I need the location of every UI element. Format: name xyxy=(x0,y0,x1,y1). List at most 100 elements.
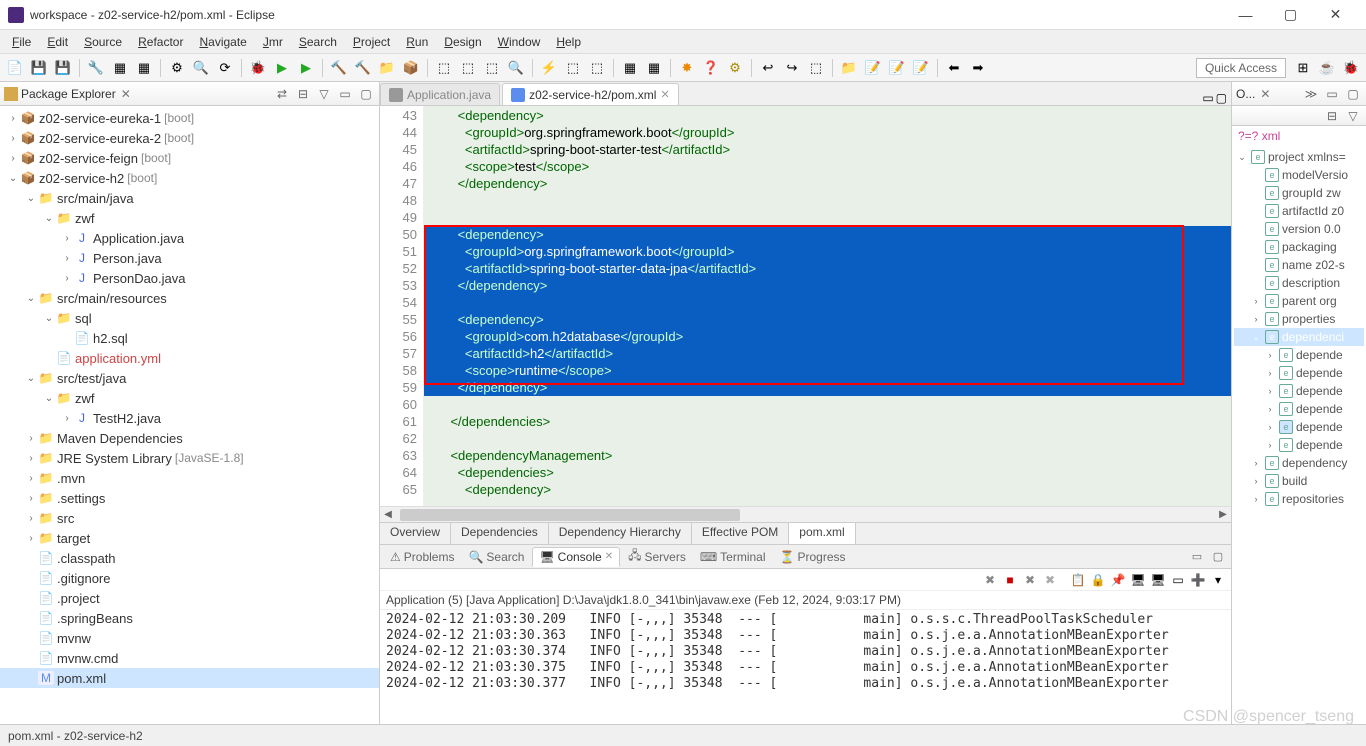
tree-item[interactable]: ›JPerson.java xyxy=(0,248,379,268)
tool-icon[interactable]: 📁 xyxy=(838,57,860,79)
tree-item[interactable]: ⌄📁zwf xyxy=(0,388,379,408)
minimize-icon[interactable]: ▭ xyxy=(336,85,354,103)
outline-item[interactable]: ›edepende xyxy=(1234,382,1364,400)
outline-item[interactable]: ›edepende xyxy=(1234,364,1364,382)
bottom-tab-terminal[interactable]: ⌨Terminal xyxy=(694,548,772,566)
menu-file[interactable]: File xyxy=(4,33,39,51)
outline-item[interactable]: eversion 0.0 xyxy=(1234,220,1364,238)
tree-item[interactable]: ›JTestH2.java xyxy=(0,408,379,428)
minimize-icon[interactable]: ▭ xyxy=(1188,548,1206,566)
maximize-button[interactable]: ▢ xyxy=(1268,0,1313,30)
tree-item[interactable]: Mpom.xml xyxy=(0,668,379,688)
outline-item[interactable]: ›ebuild xyxy=(1234,472,1364,490)
tool-icon[interactable]: ❓ xyxy=(700,57,722,79)
run-config-icon[interactable]: ▶ xyxy=(295,57,317,79)
tool-icon[interactable]: ⬚ xyxy=(586,57,608,79)
maximize-icon[interactable]: ▢ xyxy=(1216,91,1227,105)
outline-item[interactable]: egroupId zw xyxy=(1234,184,1364,202)
display-icon[interactable]: 🖥 xyxy=(1129,571,1147,589)
outline-item[interactable]: edescription xyxy=(1234,274,1364,292)
tree-item[interactable]: ›📁JRE System Library[JavaSE-1.8] xyxy=(0,448,379,468)
tree-item[interactable]: ›📁target xyxy=(0,528,379,548)
tree-item[interactable]: ›📦z02-service-feign[boot] xyxy=(0,148,379,168)
tool-icon[interactable]: ↪ xyxy=(781,57,803,79)
open-console-icon[interactable]: ▭ xyxy=(1169,571,1187,589)
save-icon[interactable]: 💾 xyxy=(28,57,50,79)
outline-item[interactable]: ›eparent org xyxy=(1234,292,1364,310)
debug-icon[interactable]: 🐞 xyxy=(247,57,269,79)
tree-item[interactable]: 📄.classpath xyxy=(0,548,379,568)
tree-item[interactable]: 📄mvnw.cmd xyxy=(0,648,379,668)
display-icon[interactable]: 🖥 xyxy=(1149,571,1167,589)
editor-tab[interactable]: Application.java xyxy=(380,83,500,105)
editor-bottom-tab[interactable]: pom.xml xyxy=(789,523,855,544)
editor-bottom-tab[interactable]: Dependency Hierarchy xyxy=(549,523,692,544)
console-dropdown-icon[interactable]: ▾ xyxy=(1209,571,1227,589)
tool-icon[interactable]: 🔨 xyxy=(352,57,374,79)
new-console-icon[interactable]: ➕ xyxy=(1189,571,1207,589)
menu-jmr[interactable]: Jmr xyxy=(255,33,291,51)
minimize-icon[interactable]: ▭ xyxy=(1323,85,1341,103)
tool-icon[interactable]: ⬚ xyxy=(805,57,827,79)
tool-icon[interactable]: ⬚ xyxy=(562,57,584,79)
outline-item[interactable]: ename z02-s xyxy=(1234,256,1364,274)
tool-icon[interactable]: 📦 xyxy=(400,57,422,79)
outline-item[interactable]: epackaging xyxy=(1234,238,1364,256)
horizontal-scrollbar[interactable]: ◀▶ xyxy=(380,506,1231,522)
tool-icon[interactable]: 📝 xyxy=(910,57,932,79)
tool-icon[interactable]: 🔍 xyxy=(190,57,212,79)
tool-icon[interactable]: 📝 xyxy=(862,57,884,79)
quick-access-input[interactable]: Quick Access xyxy=(1196,58,1286,78)
tool-icon[interactable]: ▦ xyxy=(619,57,641,79)
maximize-icon[interactable]: ▢ xyxy=(1344,85,1362,103)
tool-icon[interactable]: ⟳ xyxy=(214,57,236,79)
tree-item[interactable]: ⌄📦z02-service-h2[boot] xyxy=(0,168,379,188)
tree-item[interactable]: ›📁Maven Dependencies xyxy=(0,428,379,448)
tree-item[interactable]: 📄.project xyxy=(0,588,379,608)
bottom-tab-console[interactable]: 🖥Console ✕ xyxy=(532,547,620,567)
outline-item[interactable]: ⌄edependenci xyxy=(1234,328,1364,346)
tree-item[interactable]: ⌄📁src/main/java xyxy=(0,188,379,208)
menu-source[interactable]: Source xyxy=(76,33,130,51)
tree-item[interactable]: 📄.springBeans xyxy=(0,608,379,628)
maximize-icon[interactable]: ▢ xyxy=(357,85,375,103)
tree-item[interactable]: ›📁.settings xyxy=(0,488,379,508)
tree-item[interactable]: ›📦z02-service-eureka-1[boot] xyxy=(0,108,379,128)
bottom-tab-problems[interactable]: ⚠Problems xyxy=(384,548,460,566)
new-icon[interactable]: 📄 xyxy=(4,57,26,79)
collapse-all-icon[interactable]: ⇄ xyxy=(273,85,291,103)
maximize-icon[interactable]: ▢ xyxy=(1209,548,1227,566)
tool-icon[interactable]: 📝 xyxy=(886,57,908,79)
scroll-lock-icon[interactable]: 🔒 xyxy=(1089,571,1107,589)
remove-all-icon[interactable]: ✖ xyxy=(1021,571,1039,589)
package-explorer-tab[interactable]: Package Explorer ✕ xyxy=(4,87,131,101)
tool-icon[interactable]: 🔍 xyxy=(505,57,527,79)
tree-item[interactable]: ›📦z02-service-eureka-2[boot] xyxy=(0,128,379,148)
tool-icon[interactable]: ✸ xyxy=(676,57,698,79)
outline-item[interactable]: emodelVersio xyxy=(1234,166,1364,184)
tool-icon[interactable]: ▦ xyxy=(643,57,665,79)
outline-item[interactable]: ›edependency xyxy=(1234,454,1364,472)
run-icon[interactable]: ▶ xyxy=(271,57,293,79)
debug-perspective-icon[interactable]: 🐞 xyxy=(1340,57,1362,79)
save-all-icon[interactable]: 💾 xyxy=(52,57,74,79)
view-menu-icon[interactable]: ≫ xyxy=(1302,85,1320,103)
tool-icon[interactable]: ⚡ xyxy=(538,57,560,79)
tree-item[interactable]: 📄mvnw xyxy=(0,628,379,648)
tree-item[interactable]: ›JApplication.java xyxy=(0,228,379,248)
tree-item[interactable]: ⌄📁src/main/resources xyxy=(0,288,379,308)
outline-item[interactable]: eartifactId z0 xyxy=(1234,202,1364,220)
outline-item[interactable]: ›edepende xyxy=(1234,418,1364,436)
tool-icon[interactable]: ⬚ xyxy=(457,57,479,79)
editor-bottom-tab[interactable]: Dependencies xyxy=(451,523,549,544)
menu-window[interactable]: Window xyxy=(490,33,549,51)
outline-tab[interactable]: O... ✕ xyxy=(1236,87,1270,101)
remove-all-icon[interactable]: ✖ xyxy=(1041,571,1059,589)
menu-refactor[interactable]: Refactor xyxy=(130,33,191,51)
console-output[interactable]: 2024-02-12 21:03:30.209 INFO [-,,,] 3534… xyxy=(380,610,1231,724)
tree-item[interactable]: ⌄📁zwf xyxy=(0,208,379,228)
outline-item[interactable]: ⌄eproject xmlns= xyxy=(1234,148,1364,166)
link-editor-icon[interactable]: ⊟ xyxy=(294,85,312,103)
view-menu-icon[interactable]: ▽ xyxy=(315,85,333,103)
bottom-tab-servers[interactable]: 🖧Servers xyxy=(622,544,692,569)
